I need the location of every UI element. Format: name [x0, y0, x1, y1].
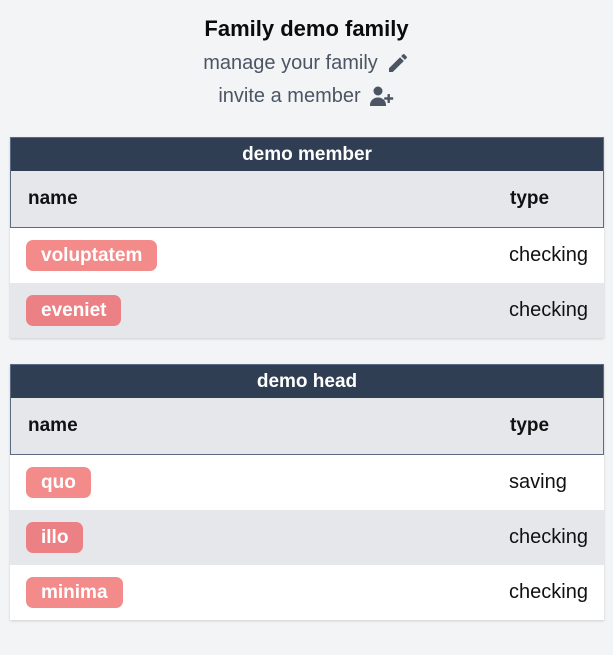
- table-row: voluptatem checking: [10, 228, 604, 283]
- member-name-badge[interactable]: quo: [26, 467, 91, 498]
- invite-member-label: invite a member: [218, 85, 361, 107]
- member-type: saving: [509, 471, 567, 493]
- member-type: checking: [509, 299, 588, 321]
- head-group-table: demo head name type quo saving illo chec…: [10, 364, 604, 620]
- member-name-badge[interactable]: eveniet: [26, 295, 122, 326]
- member-type: checking: [509, 244, 588, 266]
- member-name-badge[interactable]: illo: [26, 522, 84, 553]
- manage-family-label: manage your family: [203, 52, 378, 74]
- invite-member-link[interactable]: invite a member: [0, 82, 613, 110]
- column-header-row: name type: [10, 398, 604, 455]
- member-group-table: demo member name type voluptatem checkin…: [10, 137, 604, 338]
- column-header-type: type: [510, 188, 550, 209]
- user-plus-icon: [369, 84, 395, 108]
- column-header-name: name: [28, 415, 78, 436]
- column-header-name: name: [28, 188, 78, 209]
- column-header-type: type: [510, 415, 550, 436]
- page-title: Family demo family: [204, 16, 409, 41]
- group-title: demo head: [10, 364, 604, 398]
- member-type: checking: [509, 526, 588, 548]
- member-name-badge[interactable]: minima: [26, 577, 123, 608]
- table-row: eveniet checking: [10, 283, 604, 338]
- table-row: minima checking: [10, 565, 604, 620]
- column-header-row: name type: [10, 171, 604, 228]
- family-header: Family demo family manage your family in…: [0, 14, 613, 110]
- pencil-icon: [386, 51, 410, 75]
- manage-family-link[interactable]: manage your family: [0, 49, 613, 77]
- member-name-badge[interactable]: voluptatem: [26, 240, 158, 271]
- table-row: quo saving: [10, 455, 604, 510]
- table-row: illo checking: [10, 510, 604, 565]
- group-title: demo member: [10, 137, 604, 171]
- member-type: checking: [509, 581, 588, 603]
